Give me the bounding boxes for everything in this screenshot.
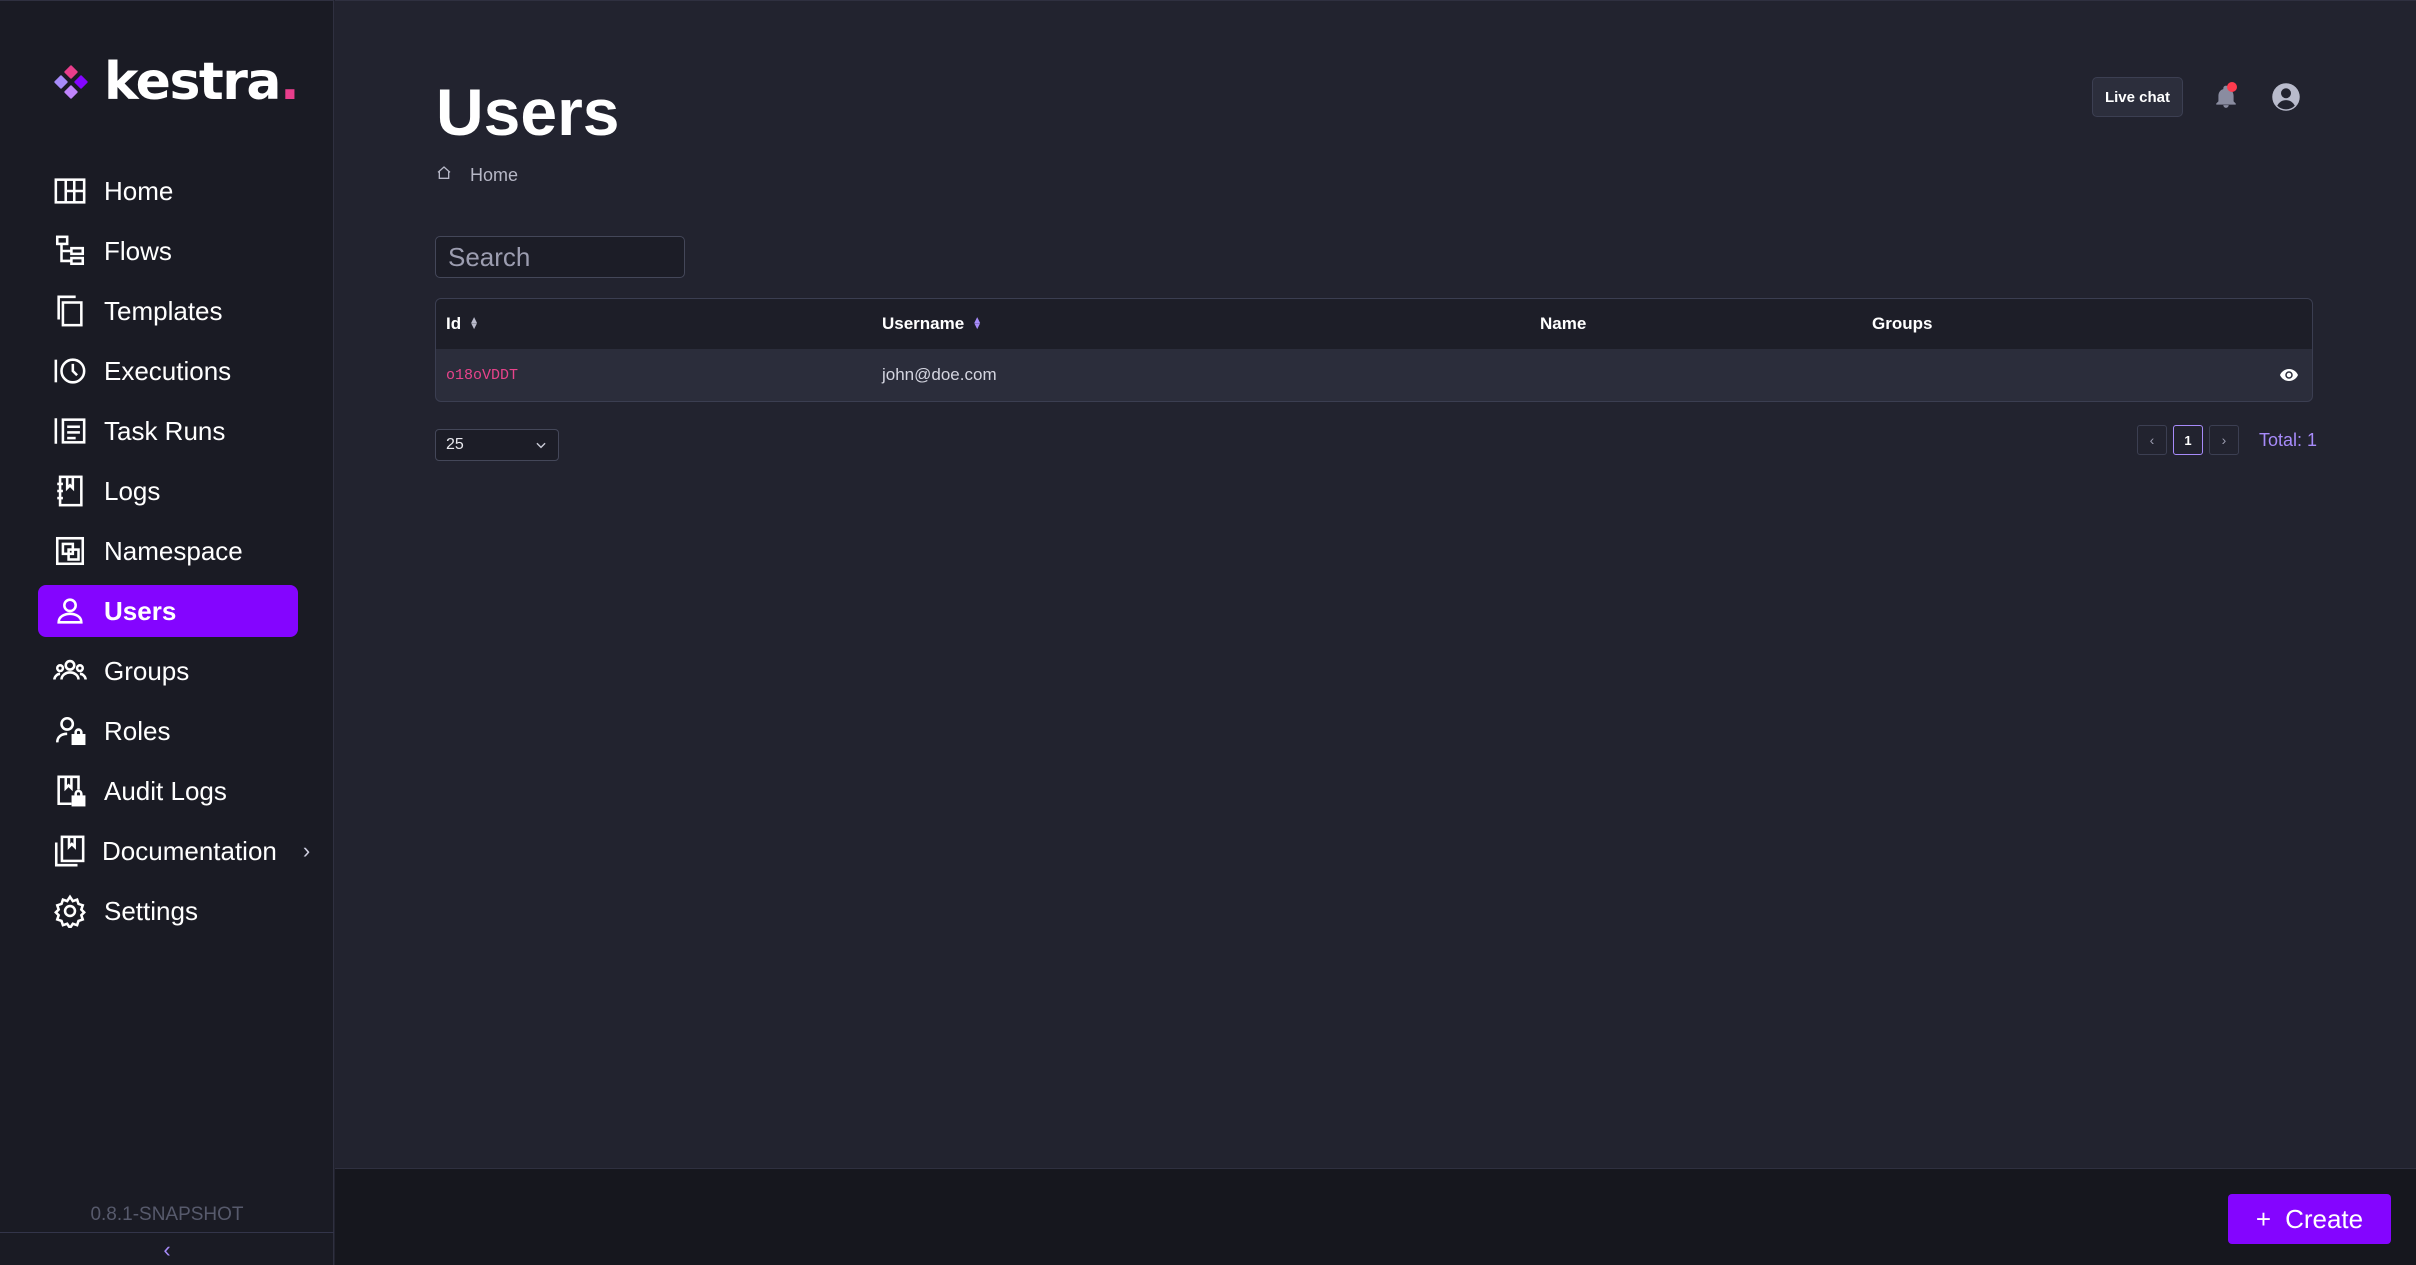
sidebar-item-home[interactable]: Home [38, 165, 298, 217]
breadcrumb: Home [436, 165, 518, 186]
sidebar-item-executions[interactable]: Executions [38, 345, 298, 397]
sidebar-item-namespace[interactable]: Namespace [38, 525, 298, 577]
sort-icon[interactable]: ▲ ▼ [469, 316, 479, 332]
sidebar-item-label: Audit Logs [104, 775, 227, 806]
sidebar-item-groups[interactable]: Groups [38, 645, 298, 697]
chevron-down-icon [536, 442, 546, 449]
sidebar-item-documentation[interactable]: Documentation › [38, 825, 310, 877]
templates-icon [52, 293, 88, 329]
notifications-button[interactable] [2209, 80, 2243, 114]
logs-icon [52, 473, 88, 509]
main-content: Users Home Live chat Id [335, 0, 2416, 1168]
sidebar-item-label: Executions [104, 355, 232, 386]
version-label: 0.8.1-SNAPSHOT [90, 1204, 244, 1225]
executions-icon [52, 353, 88, 389]
eye-icon[interactable] [2280, 368, 2298, 382]
create-user-button[interactable]: + Create [2228, 1194, 2391, 1244]
column-header-id[interactable]: Id ▲ ▼ [436, 314, 882, 334]
sidebar-item-templates[interactable]: Templates [38, 285, 298, 337]
username-cell: john@doe.com [882, 365, 997, 384]
sidebar: kestra. Home Flows Templates Executions … [0, 0, 334, 1265]
home-icon [436, 165, 452, 186]
page-size-select[interactable]: 25 [435, 429, 559, 461]
top-actions: Live chat [2091, 77, 2303, 117]
sidebar-item-label: Flows [104, 235, 172, 266]
audit-logs-icon [52, 773, 88, 809]
sidebar-item-label: Users [104, 595, 177, 626]
settings-icon [52, 893, 88, 929]
sort-icon[interactable]: ▲ ▼ [972, 316, 982, 332]
sidebar-item-label: Home [104, 175, 174, 206]
sidebar-item-label: Roles [104, 715, 171, 746]
sidebar-item-roles[interactable]: Roles [38, 705, 298, 757]
total-count: Total: 1 [2258, 429, 2317, 450]
sidebar-item-flows[interactable]: Flows [38, 225, 298, 277]
sidebar-nav: Home Flows Templates Executions Task Run… [38, 165, 310, 945]
sidebar-item-label: Documentation [102, 835, 277, 866]
page-title: Users [436, 75, 620, 149]
page-number-button[interactable]: 1 [2172, 425, 2203, 455]
sidebar-item-label: Templates [104, 295, 223, 326]
roles-icon [52, 713, 88, 749]
user-icon [52, 593, 88, 629]
table-row[interactable]: o18oVDDT john@doe.com [436, 349, 2312, 401]
column-header-username[interactable]: Username ▲ ▼ [882, 314, 1540, 334]
namespace-icon [52, 533, 88, 569]
notification-badge [2227, 82, 2237, 92]
column-header-name: Name [1540, 314, 1587, 333]
plus-icon: + [2255, 1203, 2272, 1234]
sidebar-item-label: Namespace [104, 535, 243, 566]
table-header: Id ▲ ▼ Username ▲ ▼ Name Groups [436, 299, 2312, 349]
search-input[interactable] [448, 241, 783, 273]
flows-icon [52, 233, 88, 269]
sidebar-item-label: Task Runs [104, 415, 226, 446]
column-header-groups: Groups [1872, 314, 1933, 333]
sidebar-item-settings[interactable]: Settings [38, 885, 298, 937]
breadcrumb-home-link[interactable]: Home [470, 165, 518, 186]
chevron-left-icon: ‹ [2149, 432, 2155, 448]
home-icon [52, 173, 88, 209]
sidebar-item-users[interactable]: Users [38, 585, 298, 637]
account-circle-icon [2272, 83, 2300, 111]
task-runs-icon [52, 413, 88, 449]
sidebar-collapse-button[interactable]: ‹ [0, 1232, 334, 1265]
logo-mark-icon [52, 63, 90, 101]
next-page-button[interactable]: › [2208, 425, 2239, 455]
sidebar-item-label: Groups [104, 655, 190, 686]
chevron-right-icon: › [302, 838, 311, 863]
logo-text: kestra. [104, 52, 300, 112]
chevron-right-icon: › [2221, 432, 2227, 448]
user-menu-button[interactable] [2269, 80, 2303, 114]
kestra-logo[interactable]: kestra. [52, 52, 300, 112]
sidebar-item-audit-logs[interactable]: Audit Logs [38, 765, 298, 817]
groups-icon [52, 653, 88, 689]
users-table: Id ▲ ▼ Username ▲ ▼ Name Groups o18oVDDT j… [435, 298, 2313, 402]
pagination: ‹ 1 › Total: 1 [2136, 425, 2317, 455]
chevron-left-icon: ‹ [163, 1236, 171, 1262]
live-chat-button[interactable]: Live chat [2091, 77, 2183, 117]
sidebar-item-task-runs[interactable]: Task Runs [38, 405, 298, 457]
search-box [435, 236, 783, 278]
page-size-value: 25 [446, 436, 464, 453]
sidebar-item-label: Logs [104, 475, 161, 506]
sidebar-item-label: Settings [104, 895, 198, 926]
user-id-cell[interactable]: o18oVDDT [446, 367, 518, 384]
prev-page-button[interactable]: ‹ [2136, 425, 2167, 455]
bottom-action-bar: + Create [335, 1168, 2416, 1265]
documentation-icon [52, 833, 86, 869]
sidebar-item-logs[interactable]: Logs [38, 465, 298, 517]
app-root: kestra. Home Flows Templates Executions … [0, 0, 2416, 1265]
create-button-label: Create [2285, 1203, 2364, 1234]
